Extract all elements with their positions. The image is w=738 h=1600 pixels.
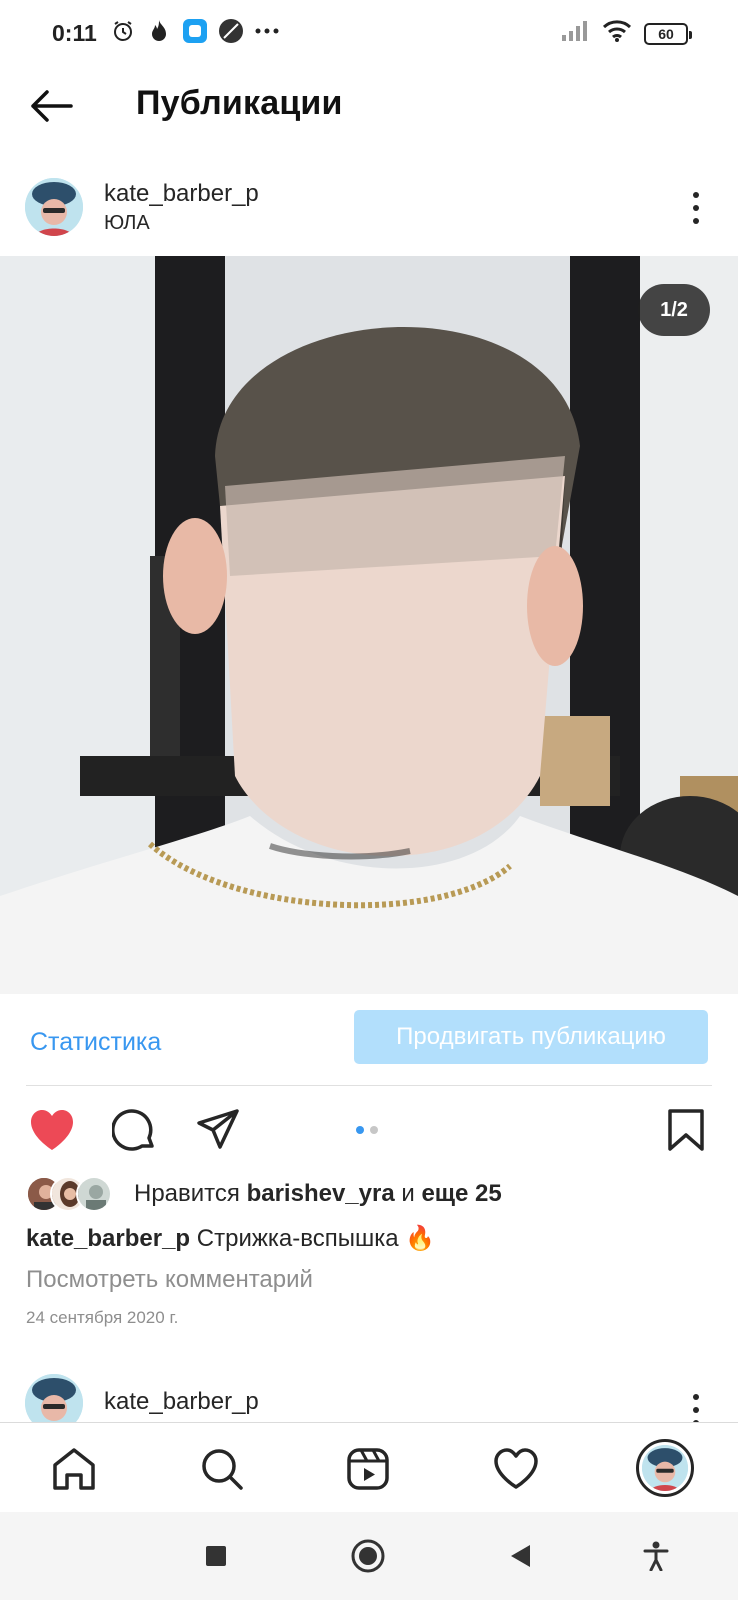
heart-filled-icon <box>31 1110 73 1150</box>
next-post-header: kate_barber_p <box>0 1368 738 1422</box>
post-options-button[interactable] <box>684 1390 708 1422</box>
reels-icon <box>347 1448 389 1490</box>
likes-summary[interactable]: Нравится barishev_yra и еще 25 <box>26 1176 726 1216</box>
likes-text: Нравится barishev_yra и еще 25 <box>134 1180 502 1207</box>
circle-icon <box>351 1539 385 1573</box>
bookmark-icon <box>668 1109 704 1151</box>
bottom-navigation <box>0 1422 738 1512</box>
carousel-dot-active <box>356 1126 364 1134</box>
back-button[interactable] <box>500 1536 540 1576</box>
caption-username[interactable]: kate_barber_p <box>26 1225 190 1252</box>
next-post-username[interactable]: kate_barber_p <box>104 1388 259 1416</box>
insights-row: Статистика Продвигать публикацию <box>0 1010 738 1074</box>
avatar[interactable] <box>25 178 83 236</box>
view-comments-link[interactable]: Посмотреть комментарий <box>26 1266 313 1294</box>
likes-others[interactable]: еще 25 <box>421 1180 501 1207</box>
battery-icon: 60 <box>644 22 692 45</box>
save-button[interactable] <box>662 1106 710 1154</box>
back-button[interactable] <box>26 82 76 130</box>
wifi-icon <box>602 20 632 47</box>
post-caption: kate_barber_p Стрижка-вспышка 🔥 <box>26 1224 435 1253</box>
post-options-button[interactable] <box>684 188 708 228</box>
caption-text: Стрижка-вспышка 🔥 <box>196 1225 436 1252</box>
square-icon <box>206 1546 226 1566</box>
avatar[interactable] <box>25 1374 83 1422</box>
post-actions <box>0 1100 738 1156</box>
post-username[interactable]: kate_barber_p <box>104 180 259 208</box>
app-notification-icon <box>182 18 208 44</box>
carousel-dot <box>370 1126 378 1134</box>
divider <box>26 1085 712 1086</box>
more-icon <box>254 18 280 44</box>
alarm-icon <box>110 18 136 44</box>
post-photo[interactable]: 1/2 <box>0 256 738 994</box>
photo-counter: 1/2 <box>638 284 710 336</box>
carousel-indicator <box>356 1126 378 1134</box>
status-time: 0:11 <box>52 20 97 46</box>
post-date: 24 сентября 2020 г. <box>26 1308 179 1327</box>
post-location[interactable]: ЮЛА <box>104 212 150 235</box>
accessibility-icon <box>643 1541 669 1571</box>
page-title: Публикации <box>136 84 343 122</box>
system-navigation-bar <box>0 1512 738 1600</box>
search-icon <box>202 1449 243 1490</box>
promote-button[interactable]: Продвигать публикацию <box>354 1010 708 1064</box>
post-header: kate_barber_p ЮЛА <box>0 168 738 248</box>
comment-button[interactable] <box>110 1106 158 1154</box>
statistics-link[interactable]: Статистика <box>30 1028 161 1057</box>
signal-icon <box>562 21 590 46</box>
share-button[interactable] <box>194 1106 242 1154</box>
top-app-bar: Публикации <box>0 66 738 146</box>
fire-icon <box>146 18 172 44</box>
nav-profile[interactable] <box>636 1439 694 1497</box>
comment-icon <box>112 1109 154 1151</box>
haircut-photo <box>0 256 738 994</box>
send-icon <box>197 1109 239 1149</box>
compass-icon <box>218 18 244 44</box>
liker-avatar <box>76 1176 112 1212</box>
home-button[interactable] <box>348 1536 388 1576</box>
recents-button[interactable] <box>196 1536 236 1576</box>
accessibility-button[interactable] <box>636 1536 676 1576</box>
like-button[interactable] <box>28 1106 76 1154</box>
heart-icon <box>494 1448 538 1489</box>
triangle-back-icon <box>511 1545 530 1567</box>
status-bar: 0:11 60 <box>0 0 738 66</box>
status-notification-icons <box>110 18 280 44</box>
home-icon <box>53 1448 95 1490</box>
nav-reels[interactable] <box>342 1443 394 1495</box>
nav-search[interactable] <box>196 1443 248 1495</box>
nav-home[interactable] <box>48 1443 100 1495</box>
liker-username[interactable]: barishev_yra <box>247 1180 395 1207</box>
arrow-left-icon <box>31 90 73 122</box>
nav-activity[interactable] <box>490 1443 542 1495</box>
status-system-icons: 60 <box>562 20 692 47</box>
profile-avatar <box>642 1445 688 1491</box>
